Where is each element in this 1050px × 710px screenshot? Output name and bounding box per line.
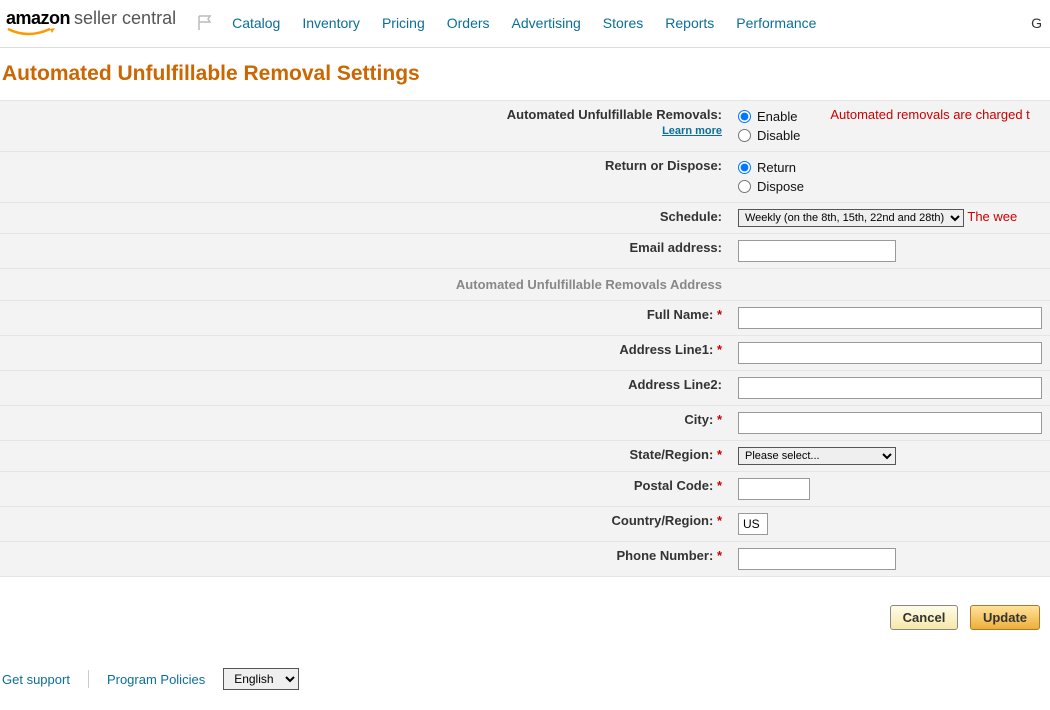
address-section-header: Automated Unfulfillable Removals Address xyxy=(0,269,730,301)
label-city: City: xyxy=(684,412,713,427)
header-right-letter: G xyxy=(1031,15,1044,31)
amazon-smile-icon xyxy=(6,27,58,37)
full-name-field[interactable] xyxy=(738,307,1042,329)
top-nav: amazon seller central Catalog Inventory … xyxy=(0,0,1050,48)
main-nav: Catalog Inventory Pricing Orders Adverti… xyxy=(232,15,816,31)
nav-stores[interactable]: Stores xyxy=(603,15,643,31)
label-schedule: Schedule: xyxy=(660,209,722,224)
cancel-button[interactable]: Cancel xyxy=(890,605,959,630)
nav-performance[interactable]: Performance xyxy=(736,15,816,31)
weekly-note: The wee xyxy=(967,209,1017,224)
email-field[interactable] xyxy=(738,240,896,262)
label-auto-removals: Automated Unfulfillable Removals: xyxy=(507,107,722,122)
phone-field[interactable] xyxy=(738,548,896,570)
return-radio-row[interactable]: Return xyxy=(738,158,1042,177)
city-field[interactable] xyxy=(738,412,1042,434)
flag-icon[interactable] xyxy=(196,14,214,32)
logo[interactable]: amazon seller central xyxy=(6,8,176,37)
program-policies-link[interactable]: Program Policies xyxy=(107,672,205,687)
charged-note: Automated removals are charged t xyxy=(830,107,1029,122)
nav-inventory[interactable]: Inventory xyxy=(302,15,360,31)
enable-radio[interactable] xyxy=(738,110,751,123)
label-phone: Phone Number: xyxy=(617,548,714,563)
label-full-name: Full Name: xyxy=(647,307,713,322)
language-select[interactable]: English xyxy=(223,668,299,690)
label-email: Email address: xyxy=(630,240,723,255)
label-addr1: Address Line1: xyxy=(619,342,713,357)
nav-orders[interactable]: Orders xyxy=(447,15,490,31)
action-bar: Cancel Update xyxy=(0,577,1050,660)
nav-catalog[interactable]: Catalog xyxy=(232,15,280,31)
dispose-radio-row[interactable]: Dispose xyxy=(738,177,1042,196)
footer-divider xyxy=(88,670,89,688)
disable-radio[interactable] xyxy=(738,129,751,142)
return-radio[interactable] xyxy=(738,161,751,174)
settings-form: Automated Unfulfillable Removals: Learn … xyxy=(0,100,1050,577)
logo-amazon: amazon xyxy=(6,8,70,28)
postal-field[interactable] xyxy=(738,478,810,500)
learn-more-link[interactable]: Learn more xyxy=(662,125,722,137)
address2-field[interactable] xyxy=(738,377,1042,399)
nav-pricing[interactable]: Pricing xyxy=(382,15,425,31)
country-field[interactable] xyxy=(738,513,768,535)
get-support-link[interactable]: Get support xyxy=(2,672,70,687)
label-addr2: Address Line2: xyxy=(628,377,722,392)
label-state: State/Region: xyxy=(630,447,714,462)
label-postal: Postal Code: xyxy=(634,478,713,493)
dispose-radio[interactable] xyxy=(738,180,751,193)
label-return-dispose: Return or Dispose: xyxy=(605,158,722,173)
page-title: Automated Unfulfillable Removal Settings xyxy=(0,48,1050,100)
nav-reports[interactable]: Reports xyxy=(665,15,714,31)
label-country: Country/Region: xyxy=(611,513,713,528)
enable-radio-row[interactable]: Enable xyxy=(738,107,800,126)
state-select[interactable]: Please select... xyxy=(738,447,896,465)
schedule-select[interactable]: Weekly (on the 8th, 15th, 22nd and 28th) xyxy=(738,209,964,227)
logo-seller-central: seller central xyxy=(74,8,176,29)
disable-radio-row[interactable]: Disable xyxy=(738,126,800,145)
address1-field[interactable] xyxy=(738,342,1042,364)
update-button[interactable]: Update xyxy=(970,605,1040,630)
nav-advertising[interactable]: Advertising xyxy=(512,15,581,31)
footer: Get support Program Policies English xyxy=(0,660,1050,710)
